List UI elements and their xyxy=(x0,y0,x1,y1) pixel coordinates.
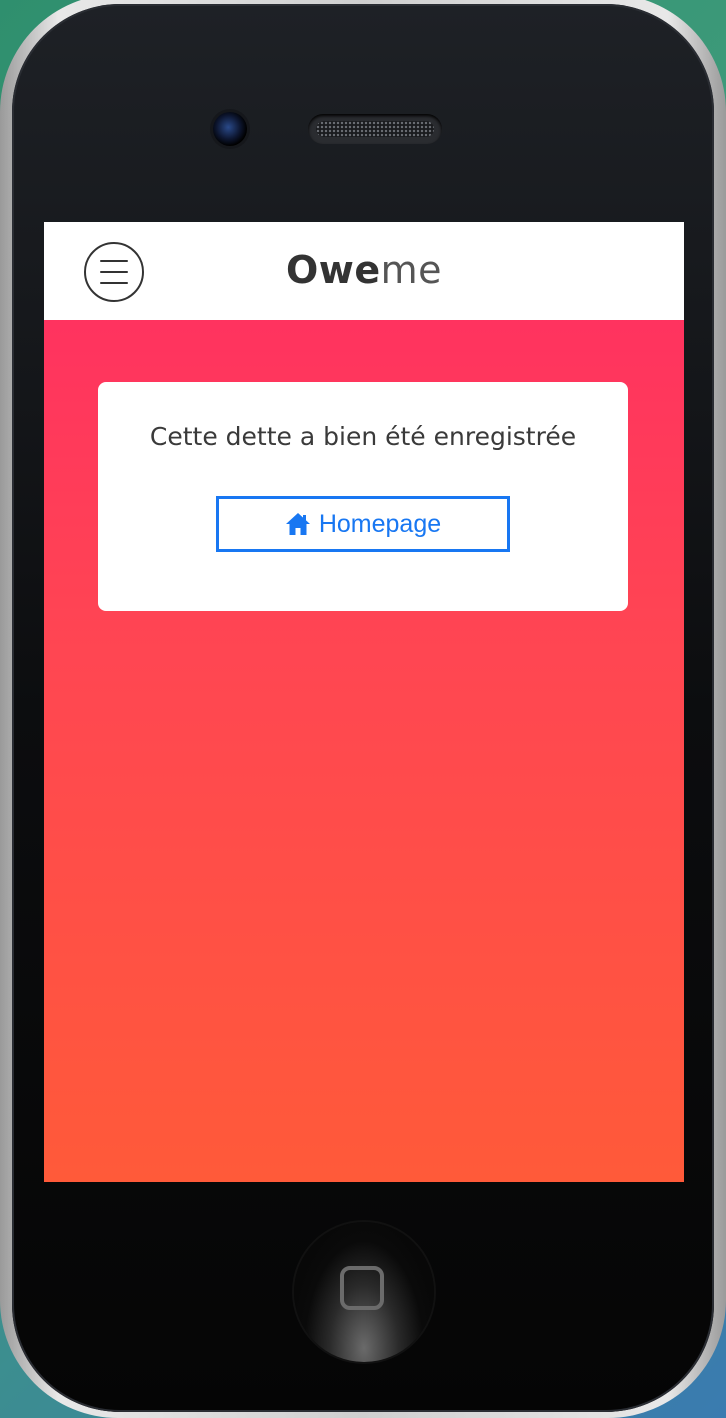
app-title: Oweme xyxy=(44,248,684,292)
app-screen: Oweme Cette dette a bien été enregistrée… xyxy=(44,222,684,1182)
home-square-icon xyxy=(340,1266,384,1310)
confirmation-card: Cette dette a bien été enregistrée Homep… xyxy=(98,382,628,611)
earpiece-speaker xyxy=(308,114,442,144)
app-title-light: me xyxy=(380,248,443,292)
phone-home-button[interactable] xyxy=(294,1222,434,1362)
homepage-button[interactable]: Homepage xyxy=(216,496,510,552)
app-title-bold: Owe xyxy=(285,248,381,292)
homepage-button-label: Homepage xyxy=(318,509,442,538)
front-camera xyxy=(213,112,247,146)
confirmation-message: Cette dette a bien été enregistrée xyxy=(149,422,577,451)
home-icon xyxy=(285,513,310,535)
top-navbar: Oweme xyxy=(44,222,684,320)
